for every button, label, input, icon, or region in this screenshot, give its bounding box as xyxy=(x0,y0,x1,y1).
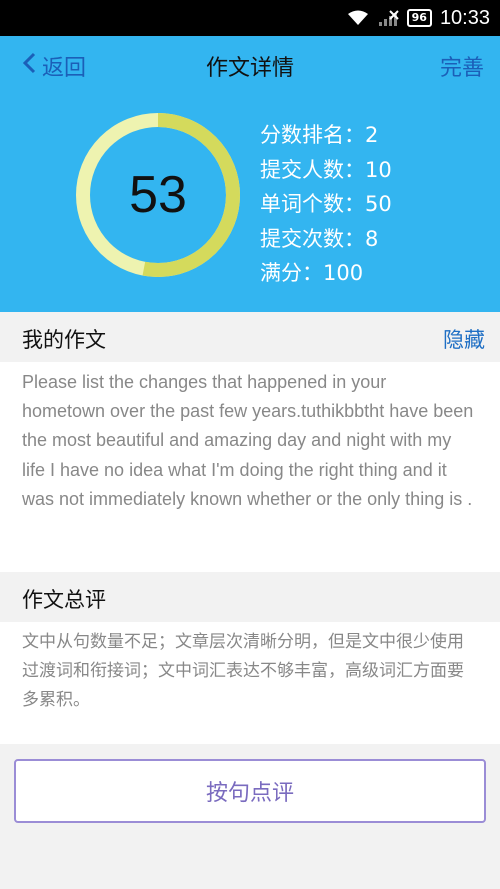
essay-section-header: 我的作文 隐藏 xyxy=(0,312,500,362)
score-value: 53 xyxy=(129,166,187,224)
essay-section-title: 我的作文 xyxy=(22,328,106,352)
review-card: 文中从句数量不足；文章层次清晰分明，但是文中很少使用过渡词和衔接词；文中词汇表达… xyxy=(0,622,500,744)
essay-text: Please list the changes that happened in… xyxy=(22,372,474,509)
complete-button[interactable]: 完善 xyxy=(440,50,484,82)
review-section-title: 作文总评 xyxy=(22,588,106,612)
signal-icon xyxy=(377,10,399,26)
stat-submit-count: 提交次数：8 xyxy=(260,226,379,251)
stat-full-score: 满分：100 xyxy=(260,261,364,285)
hide-button[interactable]: 隐藏 xyxy=(443,324,485,354)
sentence-review-button[interactable]: 按句点评 xyxy=(14,759,486,823)
status-time: 10:33 xyxy=(439,6,490,29)
nav-bar: 返回 作文详情 完善 xyxy=(0,36,500,96)
stat-rank: 分数排名：2 xyxy=(260,123,379,147)
essay-card: Please list the changes that happened in… xyxy=(0,362,500,572)
review-section-header: 作文总评 xyxy=(0,572,500,622)
wifi-icon xyxy=(347,10,369,26)
status-bar: 96 10:33 xyxy=(0,0,500,36)
stat-submitters: 提交人数：10 xyxy=(260,157,392,182)
score-ring: 53 xyxy=(74,111,242,279)
battery-icon: 96 xyxy=(406,9,432,27)
score-header: 返回 作文详情 完善 53 分数排名：2 提交人数：10 单词个数：50 提交次… xyxy=(0,36,500,312)
page-title: 作文详情 xyxy=(205,56,294,81)
review-text: 文中从句数量不足；文章层次清晰分明，但是文中很少使用过渡词和衔接词；文中词汇表达… xyxy=(22,632,464,710)
stat-word-count: 单词个数：50 xyxy=(260,192,392,216)
stats-list: 分数排名：2 提交人数：10 单词个数：50 提交次数：8 满分：100 xyxy=(260,118,392,291)
